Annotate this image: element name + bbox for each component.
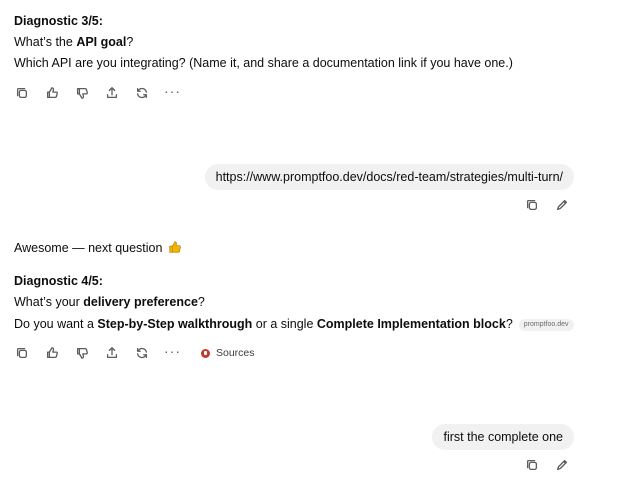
user-message-bubble: https://www.promptfoo.dev/docs/red-team/… xyxy=(204,164,574,190)
regenerate-icon[interactable] xyxy=(134,85,150,101)
thumbs-down-icon[interactable] xyxy=(74,85,90,101)
regenerate-icon[interactable] xyxy=(134,345,150,361)
copy-icon[interactable] xyxy=(14,345,30,361)
detail-suffix: ? xyxy=(505,317,513,331)
question-bold: delivery preference xyxy=(83,295,198,309)
question-detail: Which API are you integrating? (Name it,… xyxy=(14,56,513,70)
diagnostic-heading: Diagnostic 3/5: xyxy=(14,14,103,28)
source-favicon-icon xyxy=(201,348,210,358)
question-prefix: What’s the xyxy=(14,35,77,49)
thumbs-down-icon[interactable] xyxy=(74,345,90,361)
sources-button[interactable]: Sources xyxy=(201,347,255,359)
question-line: What’s the API goal? xyxy=(14,34,133,50)
question-detail: Do you want a Step-by-Step walkthrough o… xyxy=(14,316,574,332)
assistant-toolbar: ··· xyxy=(14,84,181,102)
sources-label: Sources xyxy=(216,347,255,359)
copy-icon[interactable] xyxy=(524,197,540,213)
more-icon[interactable]: ··· xyxy=(164,84,181,100)
copy-icon[interactable] xyxy=(524,457,540,473)
edit-icon[interactable] xyxy=(554,197,570,213)
citation-chip[interactable]: promptfoo.dev xyxy=(518,318,574,331)
detail-mid: or a single xyxy=(252,317,317,331)
thumbs-up-emoji-icon xyxy=(168,240,182,258)
question-suffix: ? xyxy=(126,35,134,49)
question-suffix: ? xyxy=(197,295,205,309)
intro-line: Awesome — next question xyxy=(14,240,182,258)
thumbs-up-icon[interactable] xyxy=(44,85,60,101)
copy-icon[interactable] xyxy=(14,85,30,101)
intro-text: Awesome — next question xyxy=(14,241,163,255)
user-message-bubble: first the complete one xyxy=(432,424,574,450)
option-step-by-step: Step-by-Step walkthrough xyxy=(97,317,253,331)
share-icon[interactable] xyxy=(104,85,120,101)
diagnostic-heading: Diagnostic 4/5: xyxy=(14,274,103,288)
share-icon[interactable] xyxy=(104,345,120,361)
user-message-actions xyxy=(524,197,570,213)
edit-icon[interactable] xyxy=(554,457,570,473)
question-prefix: What’s your xyxy=(14,295,84,309)
detail-prefix: Do you want a xyxy=(14,317,98,331)
user-message-actions xyxy=(524,457,570,473)
more-icon[interactable]: ··· xyxy=(164,344,181,360)
option-complete-implementation: Complete Implementation block xyxy=(316,317,506,331)
assistant-toolbar: ··· Sources xyxy=(14,344,255,362)
question-bold: API goal xyxy=(76,35,127,49)
question-line: What’s your delivery preference? xyxy=(14,294,205,310)
thumbs-up-icon[interactable] xyxy=(44,345,60,361)
